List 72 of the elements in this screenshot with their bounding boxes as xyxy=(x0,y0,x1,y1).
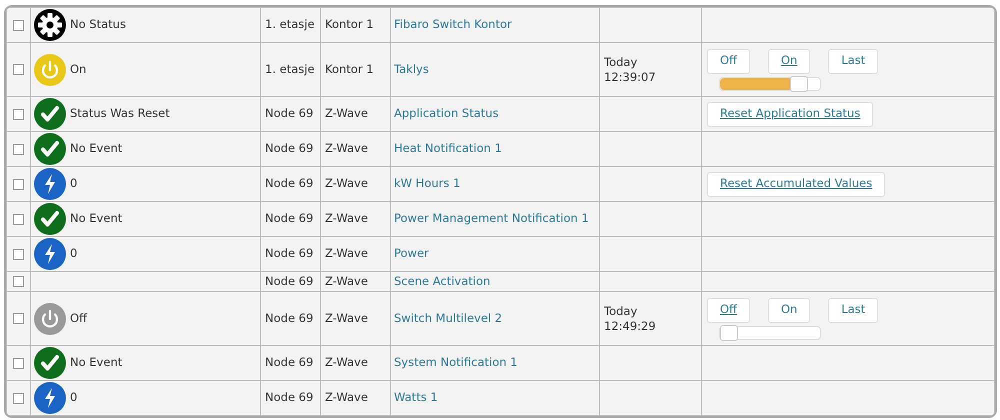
reset-button[interactable]: Reset Application Status xyxy=(707,102,874,126)
status-text: Status Was Reset xyxy=(70,105,170,122)
check-icon xyxy=(34,347,66,379)
lightning-icon xyxy=(34,382,66,414)
table-cell: Node 69 xyxy=(265,211,314,226)
checkbox[interactable] xyxy=(13,178,24,190)
checkbox[interactable] xyxy=(13,392,24,404)
table-cell: Node 69 xyxy=(265,141,314,156)
device-link[interactable]: Power xyxy=(394,246,429,260)
table-cell: Z-Wave xyxy=(325,141,368,156)
table-cell: 1. etasje xyxy=(265,17,315,32)
table-cell: Z-Wave xyxy=(325,274,368,288)
slider-thumb[interactable] xyxy=(720,324,738,340)
table-cell: Node 69 xyxy=(265,355,314,370)
check-icon xyxy=(34,133,66,165)
status-text: No Event xyxy=(70,210,122,228)
status-text: No Event xyxy=(70,354,122,372)
status-text: 0 xyxy=(70,389,78,406)
slider[interactable] xyxy=(719,76,821,90)
table-cell: Kontor 1 xyxy=(325,62,374,76)
checkbox[interactable] xyxy=(13,358,24,369)
table-cell: Node 69 xyxy=(265,274,314,288)
table-cell: Z-Wave xyxy=(325,355,368,370)
checkbox[interactable] xyxy=(13,214,24,225)
timestamp: Today 12:39:07 xyxy=(604,54,657,84)
reset-button[interactable]: Reset Accumulated Values xyxy=(707,172,886,196)
table-cell: Node 69 xyxy=(265,246,314,260)
slider-thumb[interactable] xyxy=(790,76,808,92)
table-cell: Z-Wave xyxy=(325,246,368,260)
lightning-icon xyxy=(34,238,66,270)
device-link[interactable]: Watts 1 xyxy=(394,390,438,404)
table-cell: 1. etasje xyxy=(265,62,315,76)
status-text: 0 xyxy=(70,175,78,192)
device-link[interactable]: kW Hours 1 xyxy=(394,176,460,190)
slider[interactable] xyxy=(719,326,821,340)
status-text: On xyxy=(70,60,86,78)
status-text: No Status xyxy=(70,16,126,34)
table-cell: Z-Wave xyxy=(325,211,368,226)
lightning-icon xyxy=(34,168,66,200)
table-cell: Z-Wave xyxy=(325,106,368,120)
check-icon xyxy=(34,98,66,130)
check-icon xyxy=(34,203,66,235)
state-button[interactable]: Off xyxy=(707,298,750,322)
device-link[interactable]: Taklys xyxy=(394,62,429,76)
checkbox[interactable] xyxy=(13,64,24,76)
table-cell: Z-Wave xyxy=(325,390,368,404)
power-icon xyxy=(34,54,66,86)
state-button[interactable]: On xyxy=(768,48,810,74)
checkbox[interactable] xyxy=(13,313,24,324)
status-text: 0 xyxy=(70,245,78,262)
checkbox[interactable] xyxy=(13,108,24,120)
table-cell: Z-Wave xyxy=(325,310,368,325)
checkbox[interactable] xyxy=(13,248,24,260)
status-text: Off xyxy=(70,310,87,327)
state-button[interactable]: Last xyxy=(828,298,878,322)
checkbox[interactable] xyxy=(13,276,24,288)
table-cell: Node 69 xyxy=(265,390,314,404)
checkbox[interactable] xyxy=(13,20,24,31)
table-cell: Node 69 xyxy=(265,176,314,190)
state-button[interactable]: Off xyxy=(707,48,750,74)
table-cell: Node 69 xyxy=(265,106,314,120)
status-text: No Event xyxy=(70,140,122,158)
device-link[interactable]: Switch Multilevel 2 xyxy=(394,310,502,325)
table-cell: Node 69 xyxy=(265,310,314,325)
state-button[interactable]: On xyxy=(768,298,810,322)
table-cell: Z-Wave xyxy=(325,176,368,190)
timestamp: Today 12:49:29 xyxy=(604,304,657,334)
table-cell: Kontor 1 xyxy=(325,17,374,32)
state-button[interactable]: Last xyxy=(828,48,878,74)
checkbox[interactable] xyxy=(13,144,24,155)
power-icon xyxy=(34,302,66,334)
gear-icon xyxy=(34,9,66,41)
